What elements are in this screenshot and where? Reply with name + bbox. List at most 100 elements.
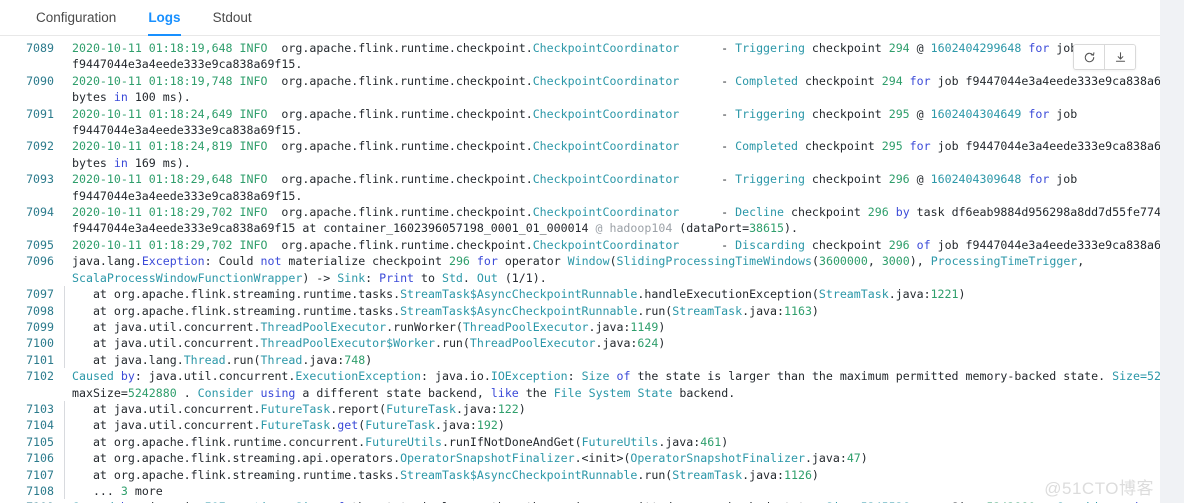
log-line[interactable]: 2020-10-11 01:18:29,648 INFO org.apache.… (72, 171, 1160, 187)
log-token: 1163 (784, 303, 812, 318)
line-number: 7108 (26, 483, 54, 498)
log-token: 3600000 (818, 254, 868, 269)
log-token: FutureUtils (581, 434, 659, 449)
log-token: : (567, 369, 582, 384)
log-token: bytes (72, 90, 114, 105)
log-token (903, 139, 910, 153)
log-text-column[interactable]: 2020-10-11 01:18:19,648 INFO org.apache.… (62, 36, 1160, 503)
log-line[interactable]: ... 3 more (72, 483, 1160, 499)
line-number: 7099 (26, 319, 54, 334)
log-line[interactable]: bytes in 100 ms). (72, 89, 1160, 105)
line-number-gutter: 7089 7090 7091 7092 7093 7094 7095 7096 7… (0, 36, 62, 503)
log-line[interactable]: bytes in 169 ms). (72, 155, 1160, 171)
log-token (254, 386, 261, 400)
log-token: for (1028, 172, 1050, 187)
log-token: CheckpointCoordinator (532, 106, 680, 121)
log-token: FutureUtils (365, 434, 442, 449)
log-token: at org.apache.flink.streaming.runtime.ta… (72, 303, 401, 318)
log-line[interactable]: f9447044e3a4eede333e9ca838a69f15. (72, 122, 1160, 138)
download-icon (1114, 51, 1127, 64)
log-line[interactable]: f9447044e3a4eede333e9ca838a69f15 at cont… (72, 220, 1160, 236)
log-token: materialize checkpoint (281, 254, 449, 269)
log-token: at java.util.concurrent. (72, 319, 261, 334)
log-line[interactable]: at org.apache.flink.streaming.runtime.ta… (72, 303, 1160, 319)
tab-logs[interactable]: Logs (132, 0, 196, 36)
log-line[interactable]: at java.util.concurrent.ThreadPoolExecut… (72, 319, 1160, 335)
log-token: 296 (448, 254, 470, 269)
log-token: 296 (888, 172, 910, 187)
log-line[interactable]: at org.apache.flink.streaming.runtime.ta… (72, 467, 1160, 483)
log-token (889, 205, 896, 219)
log-line[interactable]: 2020-10-11 01:18:19,748 INFO org.apache.… (72, 73, 1160, 89)
tab-stdout[interactable]: Stdout (197, 0, 268, 35)
log-token: , (867, 254, 882, 269)
log-token: - (679, 41, 736, 55)
log-token: f9447044e3a4eede333e9ca838a69f15. (72, 123, 303, 138)
log-line[interactable]: at org.apache.flink.runtime.concurrent.F… (72, 434, 1160, 450)
log-line[interactable]: Caused by: java.io.IOException: Size of … (72, 499, 1160, 503)
log-line[interactable]: java.lang.Exception: Could not materiali… (72, 253, 1160, 269)
fold-guide (64, 450, 65, 467)
log-token: . (462, 270, 477, 285)
log-token: ) (658, 336, 666, 351)
log-line[interactable]: at java.util.concurrent.FutureTask.repor… (72, 401, 1160, 417)
log-line[interactable]: 2020-10-11 01:18:24,649 INFO org.apache.… (72, 106, 1160, 122)
log-token: ThreadPoolExecutor$Worker (260, 336, 435, 351)
log-line[interactable]: at org.apache.flink.streaming.api.operat… (72, 450, 1160, 466)
log-token: Triggering (735, 106, 805, 121)
refresh-icon (1083, 51, 1096, 64)
log-token: StreamTask$AsyncCheckpointRunnable (400, 303, 638, 318)
line-number: 7097 (26, 287, 54, 302)
line-number: 7103 (26, 401, 54, 416)
fold-guide (64, 351, 65, 368)
log-token: : (365, 270, 380, 285)
log-token: ) (721, 434, 729, 449)
log-token: .runIfNotDoneAndGet( (441, 434, 582, 449)
log-token: Size (581, 369, 610, 384)
log-token: CheckpointCoordinator (532, 73, 680, 88)
fold-guide (64, 400, 65, 418)
log-line[interactable]: 2020-10-11 01:18:29,702 INFO org.apache.… (72, 204, 1160, 220)
log-token: job f9447044e3a4eede333e9ca838a69f15. (937, 237, 1160, 252)
log-token: 296 (888, 237, 910, 252)
log-line[interactable]: f9447044e3a4eede333e9ca838a69f15. (72, 56, 1160, 72)
fold-guide (64, 318, 65, 336)
log-panel: 7089 7090 7091 7092 7093 7094 7095 7096 7… (0, 36, 1160, 503)
log-token: 295 (888, 106, 910, 121)
log-token: .java: (888, 287, 931, 302)
log-token: , (1077, 254, 1085, 269)
log-line[interactable]: 2020-10-11 01:18:29,702 INFO org.apache.… (72, 237, 1160, 253)
line-number: 7093 (26, 172, 54, 187)
line-number: 7104 (26, 418, 54, 433)
line-number: 7090 (26, 73, 54, 88)
log-line[interactable]: at java.util.concurrent.FutureTask.get(F… (72, 417, 1160, 433)
log-line[interactable]: maxSize=5242880 . Consider using a diffe… (72, 385, 1160, 401)
download-button[interactable] (1104, 45, 1135, 69)
log-line[interactable]: at java.lang.Thread.run(Thread.java:748) (72, 352, 1160, 368)
log-token: by (120, 369, 135, 384)
log-line[interactable]: at org.apache.flink.streaming.runtime.ta… (72, 286, 1160, 302)
log-token: using (260, 385, 296, 400)
log-token: org.apache.flink.runtime.checkpoint. (267, 139, 533, 154)
log-line[interactable]: f9447044e3a4eede333e9ca838a69f15. (72, 188, 1160, 204)
log-line[interactable]: ScalaProcessWindowFunctionWrapper) -> Si… (72, 270, 1160, 286)
log-token: 3000 (881, 254, 910, 269)
log-token: ... (72, 483, 121, 498)
log-line[interactable]: 2020-10-11 01:18:24,819 INFO org.apache.… (72, 138, 1160, 154)
log-token: Consider (197, 385, 254, 400)
log-token: ThreadPoolExecutor (469, 336, 596, 351)
log-token: org.apache.flink.runtime.checkpoint. (267, 237, 533, 252)
log-token: 294 (888, 41, 910, 55)
log-token: job (1049, 172, 1078, 187)
right-rail (1160, 0, 1184, 503)
log-line[interactable]: at java.util.concurrent.ThreadPoolExecut… (72, 335, 1160, 351)
log-token: Out (476, 270, 498, 285)
refresh-button[interactable] (1074, 45, 1104, 69)
tab-configuration[interactable]: Configuration (20, 0, 132, 35)
line-number: 7101 (26, 352, 54, 367)
log-content[interactable]: 7089 7090 7091 7092 7093 7094 7095 7096 7… (0, 36, 1160, 503)
log-token: 2020-10-11 01:18:19,648 INFO (72, 41, 268, 55)
log-line[interactable]: Caused by: java.util.concurrent.Executio… (72, 368, 1160, 384)
log-token: 100 ms). (127, 90, 191, 105)
log-line[interactable]: 2020-10-11 01:18:19,648 INFO org.apache.… (72, 40, 1160, 56)
